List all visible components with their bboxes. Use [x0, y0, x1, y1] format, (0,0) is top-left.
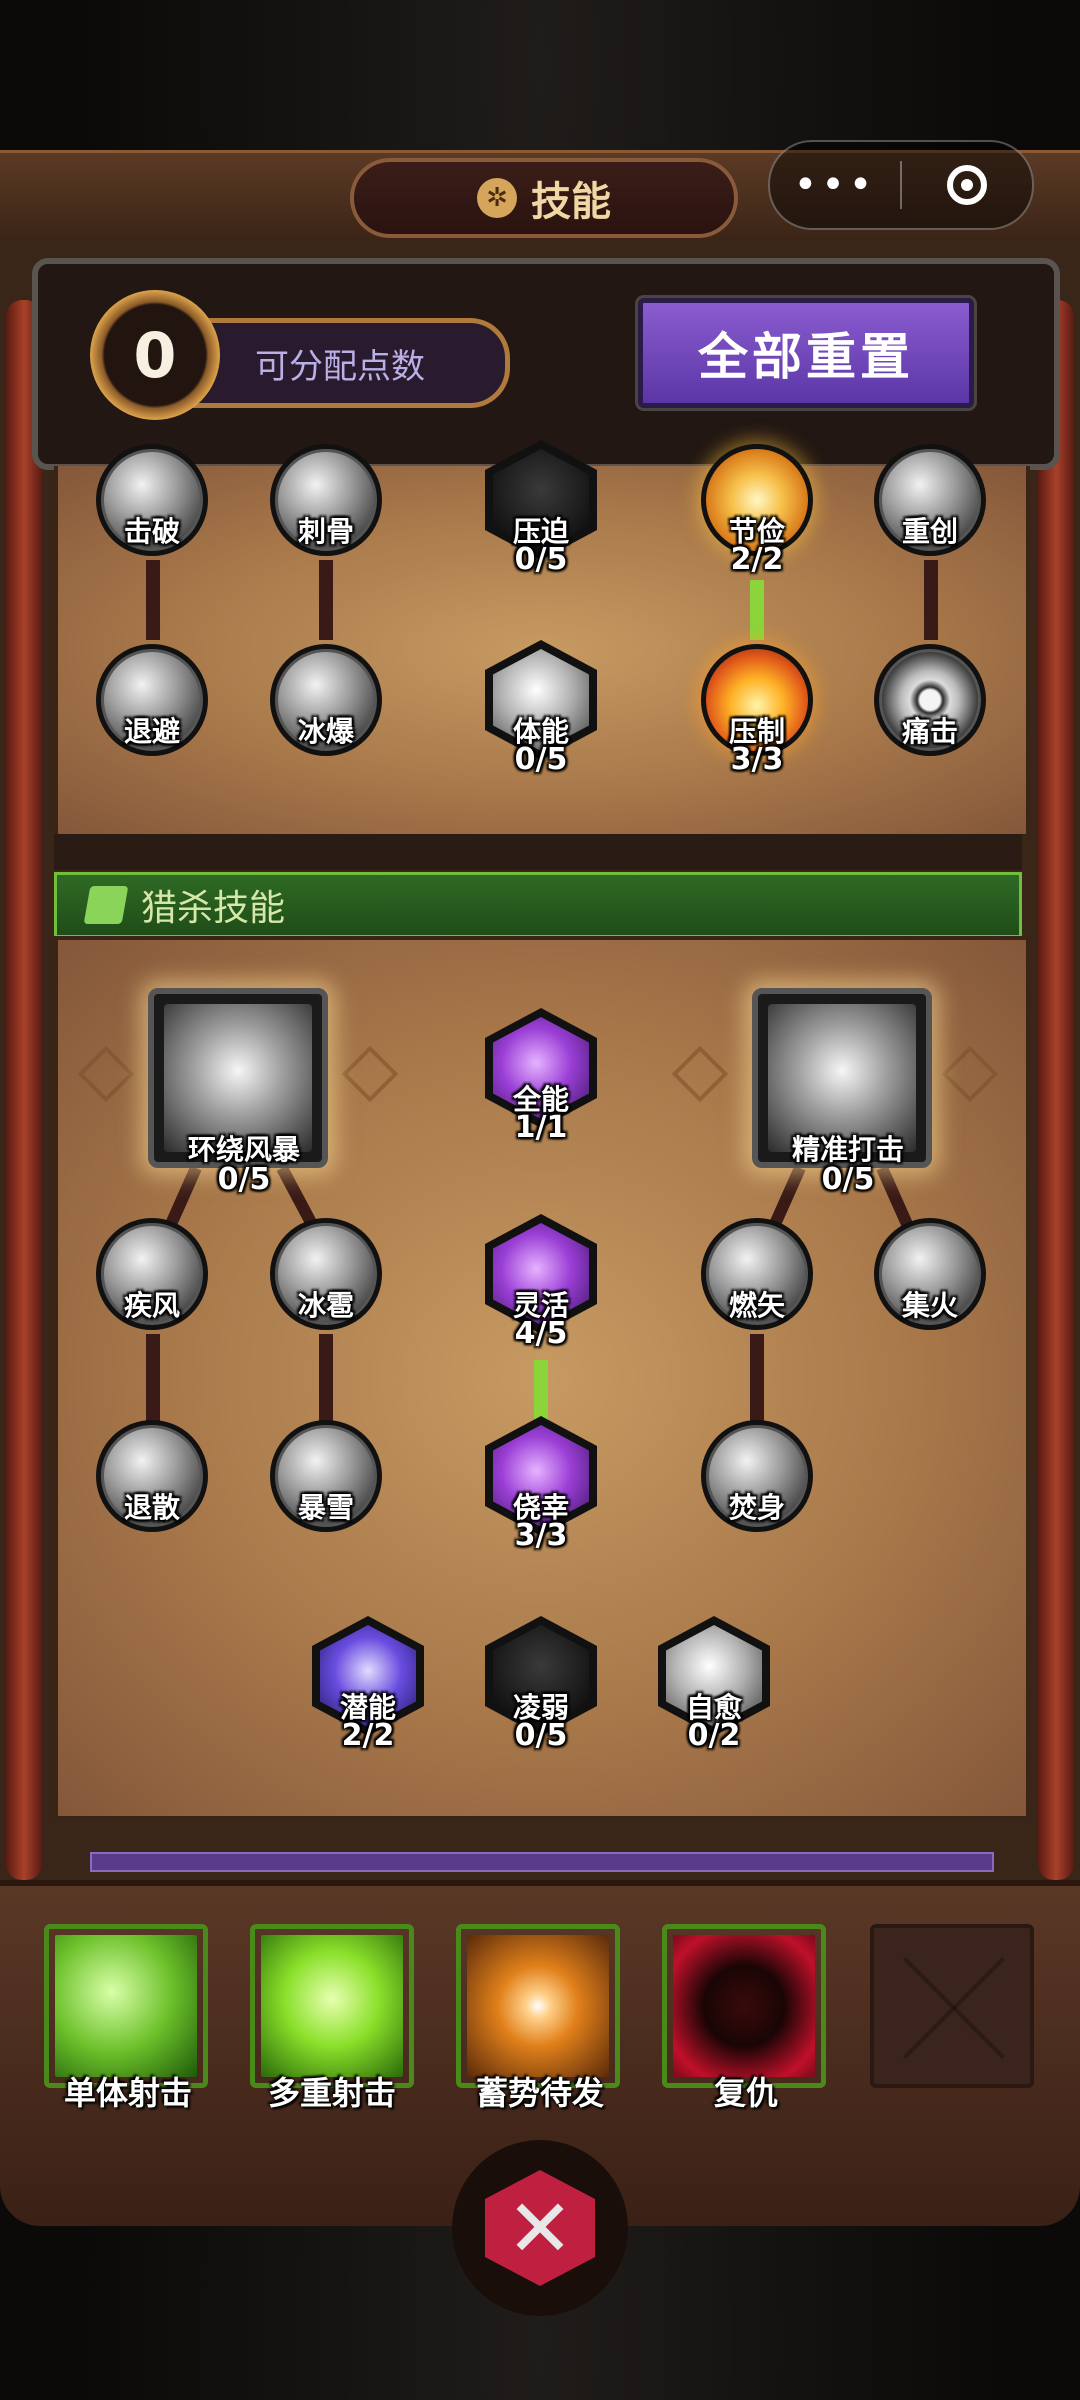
skill-count: 0/5 [821, 1162, 875, 1197]
slot-label: 蓄势待发 [475, 2074, 604, 2112]
connector-line-active [750, 580, 764, 640]
skill-name: 暴雪 [297, 1491, 354, 1524]
skill-node[interactable]: 灵活 4/5 [481, 1214, 601, 1351]
skill-node[interactable]: 痛击 [870, 640, 990, 760]
skill-count: 2/2 [341, 1718, 395, 1753]
skill-node[interactable]: 退散 [92, 1416, 212, 1536]
action-slot-revenge[interactable] [662, 1924, 826, 2088]
skill-name: 痛击 [901, 715, 958, 748]
skill-name: 击破 [123, 515, 180, 548]
skill-node[interactable]: 自愈 0/2 [654, 1616, 774, 1753]
connector-line-active [534, 1360, 548, 1420]
connector-line [319, 1334, 333, 1424]
connector-line [924, 560, 938, 640]
slot-label: 单体射击 [63, 2074, 192, 2112]
arrow-shot-icon [55, 1935, 197, 2077]
skill-count: 0/5 [514, 1718, 568, 1753]
skill-count: 2/2 [730, 542, 784, 577]
skill-name: 集火 [901, 1289, 958, 1322]
skill-name: 焚身 [728, 1491, 785, 1524]
slot-label: 复仇 [713, 2074, 778, 2112]
skill-node[interactable]: 冰爆 [266, 640, 386, 760]
action-slot-single-shot[interactable] [44, 1924, 208, 2088]
connector-line [146, 560, 160, 640]
connector-line [146, 1334, 160, 1424]
empty-slot-icon[interactable] [870, 1924, 1034, 2088]
close-button[interactable] [902, 165, 1032, 205]
mini-program-capsule: ••• [768, 140, 1034, 230]
target-circle-icon [947, 165, 987, 205]
skill-name: 刺骨 [297, 515, 354, 548]
skill-name: 退避 [123, 715, 180, 748]
frame-border-left [6, 300, 42, 1880]
skill-node[interactable]: 凌弱 0/5 [481, 1616, 601, 1753]
skill-node[interactable]: 压制 3/3 [697, 640, 817, 777]
connector-line [319, 560, 333, 640]
skill-node[interactable]: 压迫 0/5 [481, 440, 601, 577]
section-title: 猎杀技能 [141, 888, 286, 929]
skill-count: 0/5 [514, 542, 568, 577]
skill-count: 3/3 [730, 742, 784, 777]
skill-count: 0/5 [514, 742, 568, 777]
battle-button[interactable]: ✕ [452, 2140, 628, 2316]
skill-name: 燃矢 [728, 1289, 785, 1322]
connector-line [750, 1334, 764, 1424]
more-button[interactable]: ••• [770, 162, 900, 208]
revenge-face-icon [673, 1935, 815, 2077]
skill-name: 重创 [901, 515, 958, 548]
skill-node[interactable]: 击破 [92, 440, 212, 560]
skill-name: 退散 [123, 1491, 180, 1524]
skill-name: 疾风 [123, 1289, 180, 1322]
page-title: 技能 [531, 179, 611, 225]
skill-name: 冰雹 [297, 1289, 354, 1322]
slot-label: 多重射击 [267, 2074, 396, 2112]
skill-count: 0/2 [687, 1718, 741, 1753]
skill-count: 4/5 [514, 1316, 568, 1351]
skill-node[interactable]: 疾风 [92, 1214, 212, 1334]
skill-node[interactable]: 焚身 [697, 1416, 817, 1536]
skill-node[interactable]: 冰雹 [266, 1214, 386, 1334]
skill-node[interactable]: 重创 [870, 440, 990, 560]
skill-count: 3/3 [514, 1518, 568, 1553]
action-slot-charge[interactable] [456, 1924, 620, 2088]
skill-node-square[interactable]: 环绕风暴 0/5 [148, 988, 328, 1197]
skill-node[interactable]: 集火 [870, 1214, 990, 1334]
points-value: 0 [90, 290, 220, 420]
skill-node[interactable]: 刺骨 [266, 440, 386, 560]
hunt-section-header: 猎杀技能 [54, 872, 1022, 938]
skill-count: 0/5 [217, 1162, 271, 1197]
frame-border-right [1038, 300, 1074, 1880]
skill-name: 冰爆 [297, 715, 354, 748]
skill-node[interactable]: 体能 0/5 [481, 640, 601, 777]
gear-icon: ✲ [477, 178, 517, 218]
skill-count: 1/1 [514, 1110, 568, 1145]
points-label: 可分配点数 [255, 346, 425, 387]
skill-node[interactable]: 侥幸 3/3 [481, 1416, 601, 1553]
multi-shot-icon [261, 1935, 403, 2077]
title-plate: ✲ 技能 [350, 158, 738, 238]
skill-node[interactable]: 潜能 2/2 [308, 1616, 428, 1753]
crossed-swords-icon: ✕ [485, 2170, 595, 2286]
skill-node-square[interactable]: 精准打击 0/5 [752, 988, 932, 1197]
skill-node[interactable]: 退避 [92, 640, 212, 760]
skill-node[interactable]: 燃矢 [697, 1214, 817, 1334]
skill-node[interactable]: 全能 1/1 [481, 1008, 601, 1145]
charge-orb-icon [467, 1935, 609, 2077]
reset-all-button[interactable]: 全部重置 [635, 295, 977, 411]
boot-icon [83, 886, 129, 924]
panel-separator [54, 834, 1022, 870]
skill-node[interactable]: 节俭 2/2 [697, 440, 817, 577]
skill-node[interactable]: 暴雪 [266, 1416, 386, 1536]
next-section-strip [90, 1852, 994, 1872]
action-slot-multi-shot[interactable] [250, 1924, 414, 2088]
